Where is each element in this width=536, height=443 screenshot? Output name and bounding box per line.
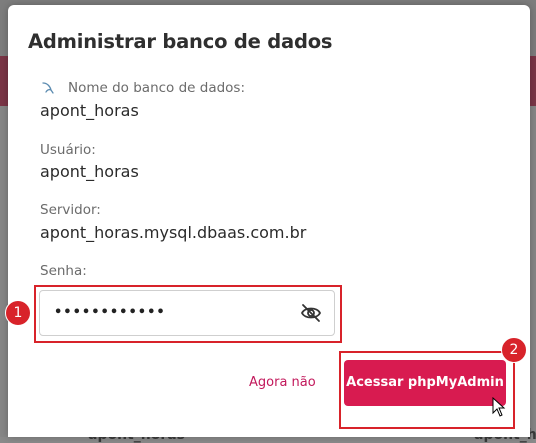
- highlight-box-button: [339, 351, 515, 429]
- db-name-value: apont_horas: [40, 101, 139, 120]
- server-label: Servidor:: [40, 202, 101, 218]
- step-badge-1: 1: [5, 300, 31, 326]
- db-name-label: Nome do banco de dados:: [68, 80, 246, 96]
- cancel-button[interactable]: Agora não: [249, 375, 316, 390]
- dialog-title: Administrar banco de dados: [28, 30, 333, 53]
- highlight-box-password: [34, 285, 342, 343]
- user-value: apont_horas: [40, 162, 139, 181]
- mysql-dolphin-icon: [42, 82, 54, 94]
- mouse-pointer-icon: [492, 397, 506, 417]
- manage-database-dialog: Administrar banco de dados Nome do banco…: [5, 5, 530, 437]
- password-label: Senha:: [40, 263, 87, 279]
- server-value: apont_horas.mysql.dbaas.com.br: [40, 223, 307, 242]
- step-badge-2: 2: [501, 337, 527, 363]
- user-label: Usuário:: [40, 142, 96, 158]
